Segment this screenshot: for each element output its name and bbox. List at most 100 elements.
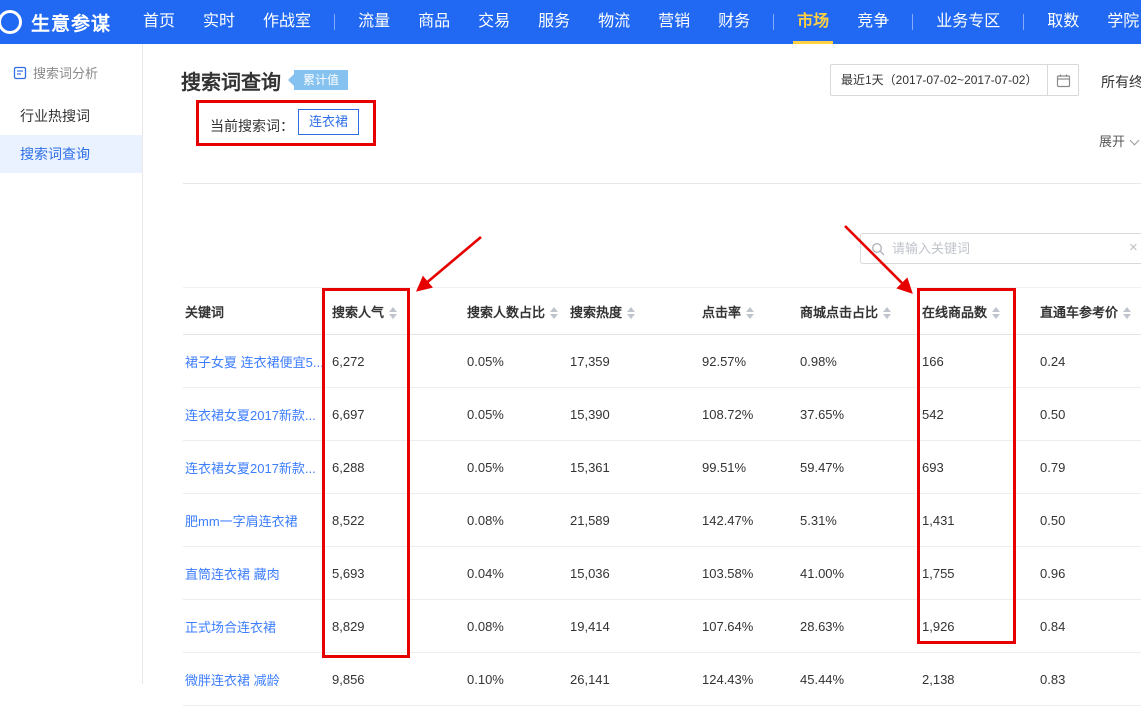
current-keyword-tag[interactable]: 连衣裙 [298,109,359,135]
column-label: 在线商品数 [922,305,987,320]
sort-desc-arrow [627,314,635,319]
value-cell: 0.50 [1038,494,1141,547]
nav-item[interactable]: 首页 [129,0,189,44]
sidebar-item[interactable]: 行业热搜词 [0,97,142,135]
keyword-link[interactable]: 肥mm一字肩连衣裙 [185,514,298,529]
nav-item[interactable]: 市场 [783,0,843,44]
nav-item[interactable]: 财务 [704,0,764,44]
cumulative-badge: 累计值 [294,70,348,90]
keyword-search-input[interactable] [892,241,1141,256]
nav-item[interactable]: 营销 [644,0,704,44]
value-cell: 0.08% [465,494,568,547]
value-cell: 5,693 [330,547,465,600]
nav-item[interactable]: 作战室 [249,0,325,44]
search-icon [871,242,885,256]
value-cell: 9,856 [330,653,465,706]
nav-separator [912,14,913,30]
sort-icon[interactable] [746,307,754,319]
sort-icon[interactable] [389,307,397,319]
column-header[interactable]: 搜索人数占比 [465,288,568,335]
keyword-link[interactable]: 正式场合连衣裙 [185,620,276,635]
value-cell: 166 [920,335,1038,388]
value-cell: 45.44% [798,653,920,706]
nav-item[interactable]: 取数 [1033,0,1093,44]
nav-item[interactable]: 学院 [1093,0,1141,44]
calendar-icon [1056,73,1071,88]
value-cell: 0.08% [465,600,568,653]
keyword-link[interactable]: 直筒连衣裙 藏肉 [185,567,280,582]
value-cell: 6,697 [330,388,465,441]
nav-item[interactable]: 交易 [464,0,524,44]
keyword-cell: 连衣裙女夏2017新款... [183,388,330,441]
sidebar-item[interactable]: 搜索词查询 [0,135,142,173]
value-cell: 103.58% [700,547,798,600]
clear-search-icon[interactable]: × [1129,239,1138,256]
column-header[interactable]: 搜索人气 [330,288,465,335]
annotation-arrow-left [418,237,481,290]
column-header[interactable]: 直通车参考价 [1038,288,1141,335]
nav-item[interactable]: 物流 [584,0,644,44]
nav-item[interactable]: 竞争 [843,0,903,44]
nav-items: 首页实时作战室流量商品交易服务物流营销财务市场竞争业务专区取数学院 [129,0,1141,44]
sort-icon[interactable] [883,307,891,319]
value-cell: 6,288 [330,441,465,494]
terminal-selector[interactable]: 所有终端 [1101,72,1141,92]
sort-icon[interactable] [550,307,558,319]
column-label: 商城点击占比 [800,305,878,320]
keyword-link[interactable]: 微胖连衣裙 减龄 [185,673,280,688]
value-cell: 0.10% [465,653,568,706]
column-header[interactable]: 在线商品数 [920,288,1038,335]
nav-separator [334,14,335,30]
table-header-row: 关键词搜索人气 搜索人数占比 搜索热度点击率 商城点击占比 在线商品数 直通车参考价 [183,288,1141,335]
value-cell: 15,361 [568,441,700,494]
sort-asc-arrow [1123,307,1131,312]
value-cell: 0.79 [1038,441,1141,494]
chevron-down-icon [1130,136,1140,146]
nav-separator [773,14,774,30]
value-cell: 2,138 [920,653,1038,706]
nav-item[interactable]: 流量 [344,0,404,44]
value-cell: 1,926 [920,600,1038,653]
value-cell: 0.05% [465,441,568,494]
value-cell: 0.04% [465,547,568,600]
sort-icon[interactable] [627,307,635,319]
column-label: 搜索人数占比 [467,305,545,320]
table-row: 微胖连衣裙 减龄9,8560.10%26,141124.43%45.44%2,1… [183,653,1141,706]
nav-item[interactable]: 商品 [404,0,464,44]
column-header[interactable]: 搜索热度 [568,288,700,335]
value-cell: 1,755 [920,547,1038,600]
date-range-selector[interactable]: 最近1天（2017-07-02~2017-07-02） [830,64,1048,96]
value-cell: 8,522 [330,494,465,547]
sort-asc-arrow [389,307,397,312]
value-cell: 17,359 [568,335,700,388]
keyword-cell: 连衣裙女夏2017新款... [183,441,330,494]
calendar-button[interactable] [1048,64,1079,96]
sidebar-items: 行业热搜词搜索词查询 [0,97,142,173]
value-cell: 92.57% [700,335,798,388]
value-cell: 15,390 [568,388,700,441]
sort-icon[interactable] [1123,307,1131,319]
sort-desc-arrow [746,314,754,319]
keyword-link[interactable]: 连衣裙女夏2017新款... [185,408,316,423]
app-logo-text: 生意参谋 [31,9,111,36]
nav-item[interactable]: 实时 [189,0,249,44]
keyword-link[interactable]: 连衣裙女夏2017新款... [185,461,316,476]
keyword-link[interactable]: 裙子女夏 连衣裙便宜5... [185,355,324,370]
nav-item[interactable]: 服务 [524,0,584,44]
keyword-cell: 正式场合连衣裙 [183,600,330,653]
column-label: 搜索人气 [332,305,384,320]
sort-icon[interactable] [992,307,1000,319]
column-label: 点击率 [702,305,741,320]
date-range-control: 最近1天（2017-07-02~2017-07-02） [830,64,1079,96]
expand-label: 展开 [1099,134,1125,149]
column-header: 关键词 [183,288,330,335]
table-row: 肥mm一字肩连衣裙8,5220.08%21,589142.47%5.31%1,4… [183,494,1141,547]
column-header[interactable]: 商城点击占比 [798,288,920,335]
expand-toggle[interactable]: 展开 [1099,131,1138,150]
sort-desc-arrow [1123,314,1131,319]
section-divider [183,183,1141,184]
app-logo[interactable]: 生意参谋 [0,9,111,36]
column-header[interactable]: 点击率 [700,288,798,335]
logo-icon [0,10,22,34]
nav-item[interactable]: 业务专区 [922,0,1014,44]
